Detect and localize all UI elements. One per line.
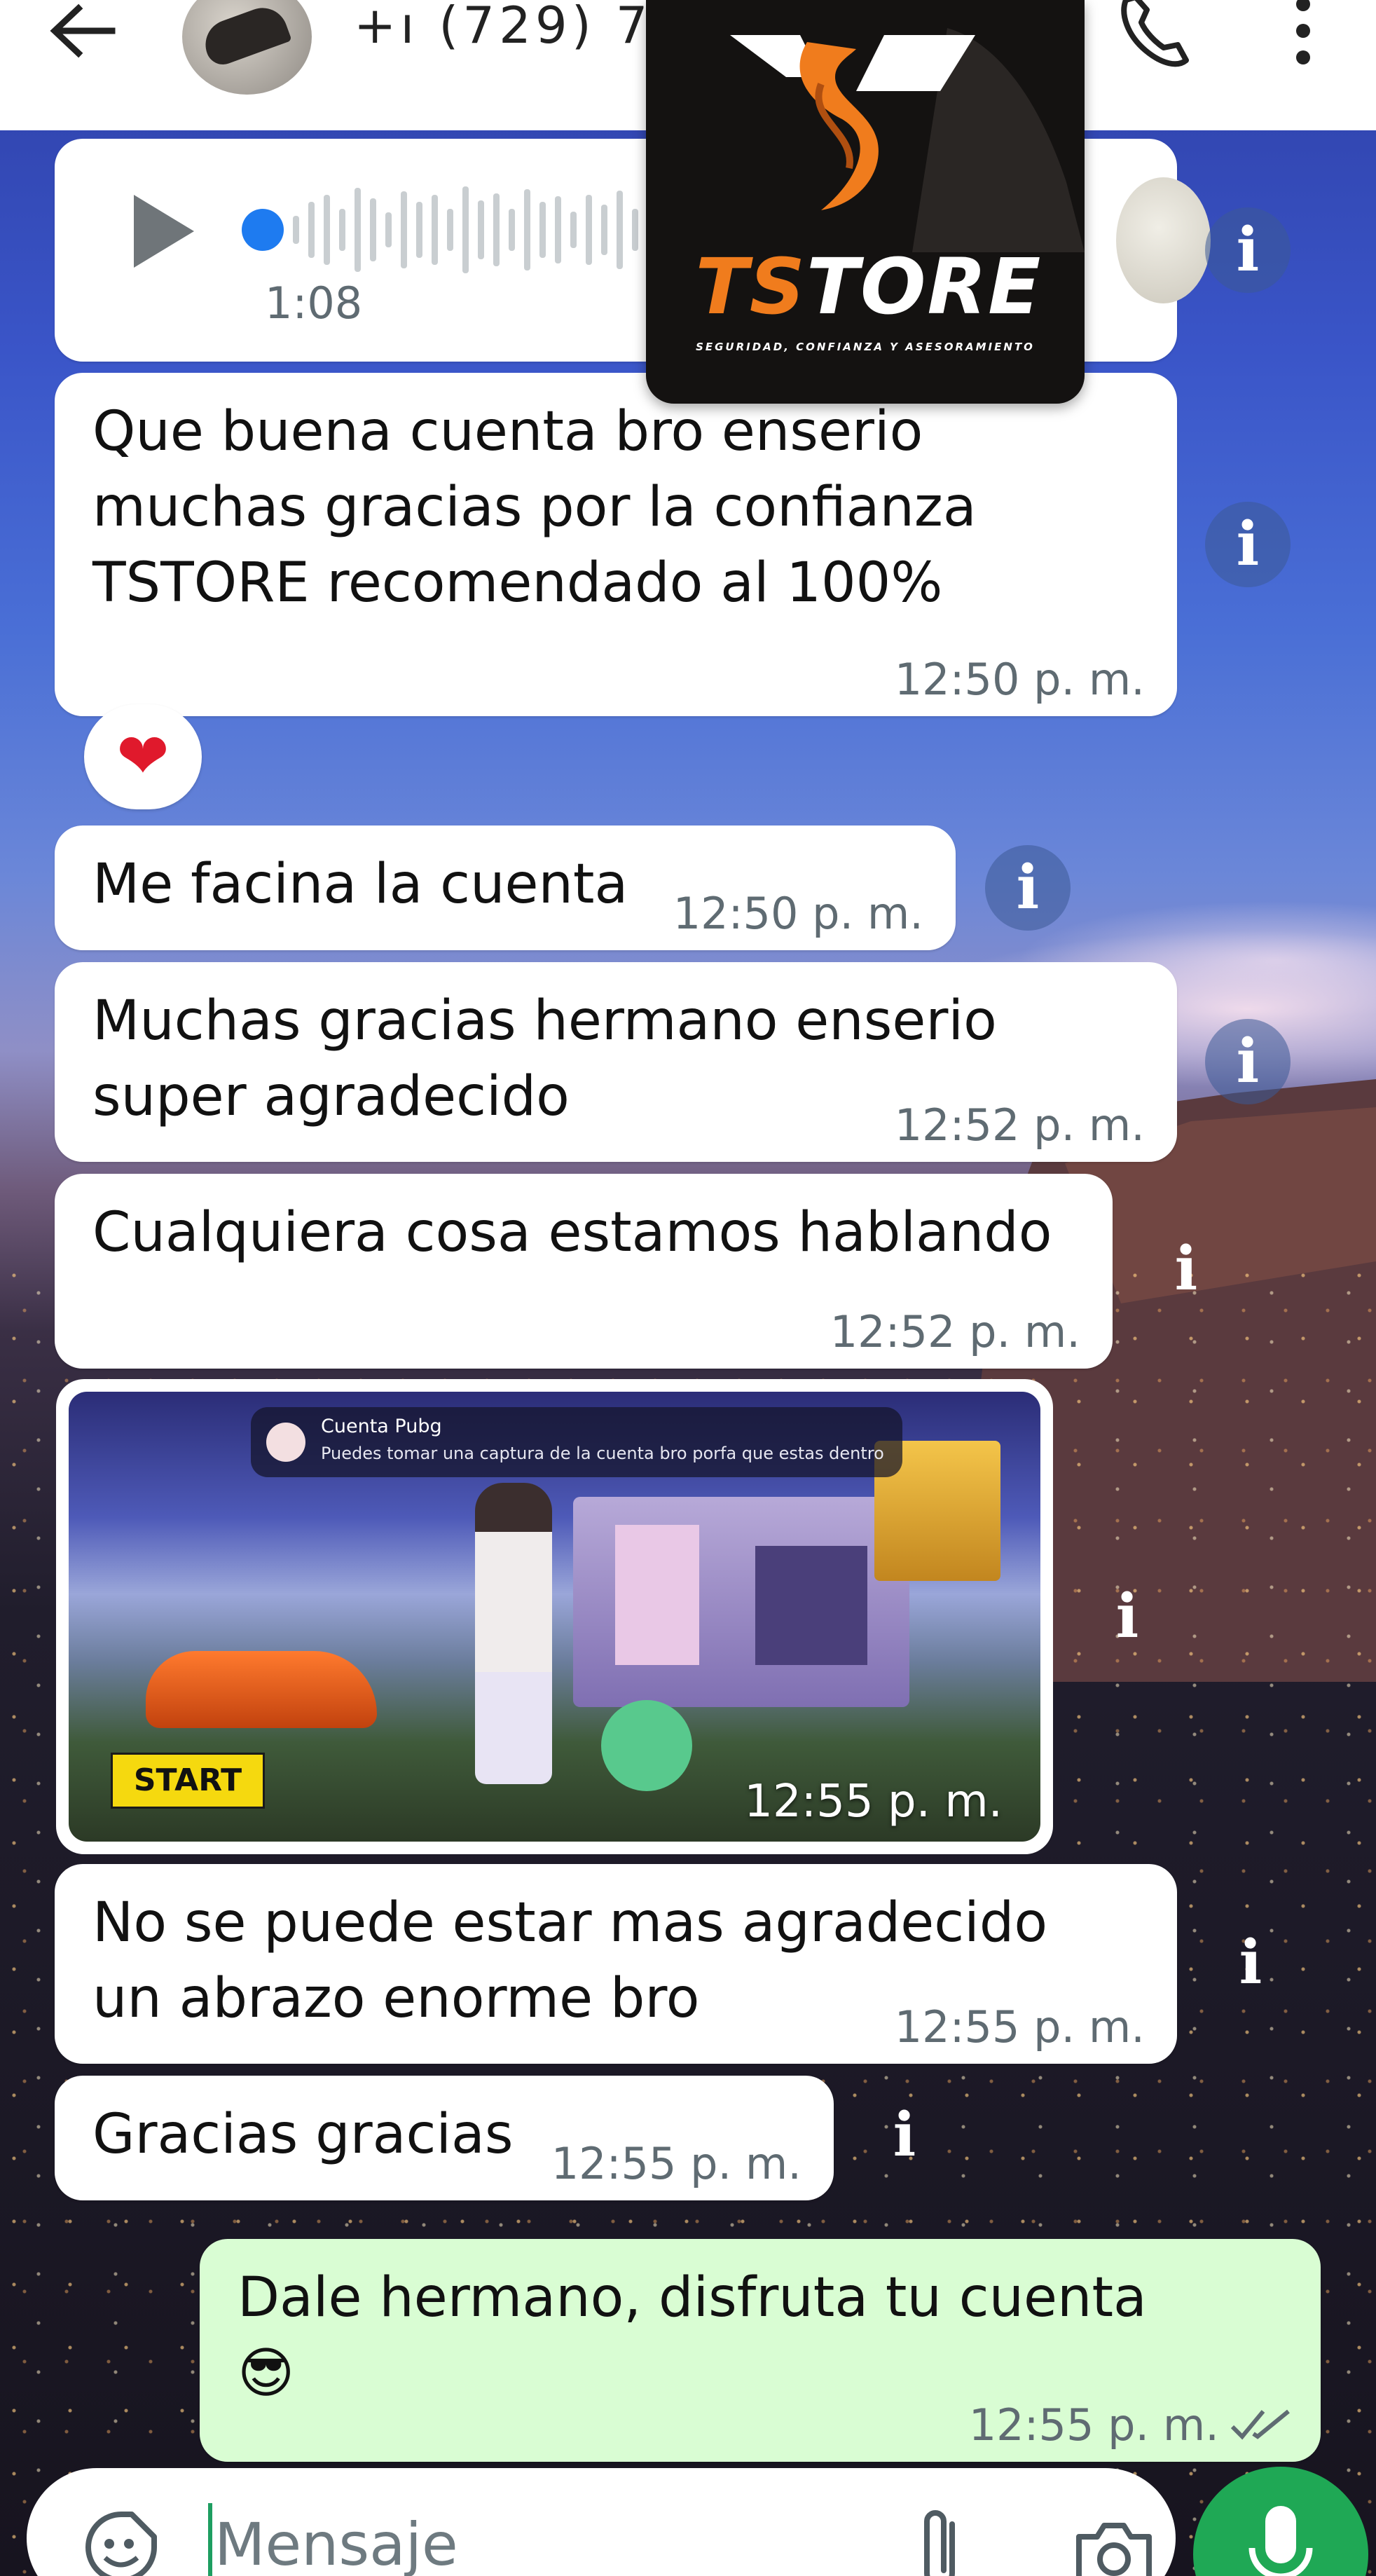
game-character: [475, 1483, 552, 1784]
game-building: [573, 1497, 909, 1707]
info-icon[interactable]: i: [1205, 1019, 1291, 1104]
phone-icon[interactable]: [1110, 0, 1195, 70]
double-check-icon: [1230, 2409, 1290, 2440]
message-bubble[interactable]: Muchas gracias hermano enserio super agr…: [55, 962, 1177, 1162]
contact-name[interactable]: +ı (729) 7: [354, 0, 652, 55]
paperclip-icon[interactable]: [913, 2503, 969, 2576]
notification-avatar: [266, 1423, 305, 1462]
voice-duration: 1:08: [265, 278, 363, 329]
message-bubble[interactable]: Me facina la cuenta 12:50 p. m.: [55, 825, 956, 950]
tstore-logo-text: TSTORE: [695, 242, 1043, 331]
more-vertical-icon[interactable]: [1275, 0, 1331, 67]
message-bubble[interactable]: Cualquiera cosa estamos hablando 12:52 p…: [55, 1174, 1113, 1369]
game-pet: [601, 1700, 692, 1791]
game-start-button: START: [111, 1753, 265, 1809]
message-text: Muchas gracias hermano enserio super agr…: [92, 989, 997, 1128]
message-input[interactable]: [214, 2499, 845, 2576]
info-icon[interactable]: i: [1208, 1920, 1293, 2006]
message-bubble[interactable]: No se puede estar mas agradecido un abra…: [55, 1864, 1177, 2064]
notification-body: Puedes tomar una captura de la cuenta br…: [321, 1444, 884, 1463]
message-time: 12:55 p. m.: [551, 2138, 801, 2189]
image-message-bubble[interactable]: Cuenta Pubg Puedes tomar una captura de …: [56, 1379, 1053, 1854]
voice-waveform[interactable]: [293, 181, 699, 279]
message-time: 12:55 p. m.: [894, 2001, 1145, 2053]
voice-sender-avatar: [1116, 177, 1211, 303]
info-icon[interactable]: i: [1205, 207, 1291, 293]
tstore-logo-watermark: TSTORE SEGURIDAD, CONFIANZA Y ASESORAMIE…: [646, 0, 1085, 404]
message-text: Me facina la cuenta: [92, 853, 628, 916]
text-cursor: [208, 2503, 212, 2576]
message-time: 12:52 p. m.: [894, 1099, 1145, 1151]
tstore-logo-mark: [646, 0, 1085, 252]
message-text: Dale hermano, disfruta tu cuenta 😎: [238, 2266, 1147, 2405]
message-text: Gracias gracias: [92, 2103, 514, 2166]
info-icon[interactable]: i: [985, 845, 1071, 931]
game-screenshot-image[interactable]: Cuenta Pubg Puedes tomar una captura de …: [69, 1392, 1040, 1842]
message-time: 12:52 p. m.: [830, 1306, 1080, 1357]
message-time: 12:55 p. m.: [744, 1776, 1003, 1828]
notification-title: Cuenta Pubg: [321, 1416, 442, 1437]
message-text: Que buena cuenta bro enserio muchas grac…: [92, 400, 977, 615]
info-icon[interactable]: i: [862, 2092, 947, 2178]
message-time: 12:55 p. m.: [968, 2399, 1219, 2451]
sticker-emoji-icon[interactable]: [83, 2509, 160, 2576]
game-car: [146, 1651, 377, 1728]
tstore-logo-tagline: SEGURIDAD, CONFIANZA Y ASESORAMIENTO: [696, 341, 1035, 353]
play-icon[interactable]: [128, 191, 198, 272]
message-bubble[interactable]: Que buena cuenta bro enserio muchas grac…: [55, 373, 1177, 716]
outgoing-message-bubble[interactable]: Dale hermano, disfruta tu cuenta 😎 12:55…: [200, 2239, 1321, 2462]
message-bubble[interactable]: Gracias gracias 12:55 p. m.: [55, 2076, 834, 2200]
message-composer: [27, 2468, 1176, 2576]
arrow-left-icon[interactable]: [43, 0, 121, 70]
game-notification: Cuenta Pubg Puedes tomar una captura de …: [251, 1407, 902, 1477]
info-icon[interactable]: i: [1143, 1226, 1229, 1312]
message-time: 12:50 p. m.: [894, 654, 1145, 705]
info-icon[interactable]: i: [1085, 1574, 1170, 1659]
voice-progress-dot[interactable]: [242, 209, 284, 251]
message-text: Cualquiera cosa estamos hablando: [92, 1201, 1052, 1264]
message-time: 12:50 p. m.: [673, 888, 923, 939]
info-icon[interactable]: i: [1205, 502, 1291, 587]
camera-icon[interactable]: [1072, 2512, 1156, 2576]
microphone-icon: [1248, 2506, 1313, 2576]
contact-avatar[interactable]: [182, 0, 312, 95]
heart-reaction[interactable]: ❤: [84, 704, 202, 809]
